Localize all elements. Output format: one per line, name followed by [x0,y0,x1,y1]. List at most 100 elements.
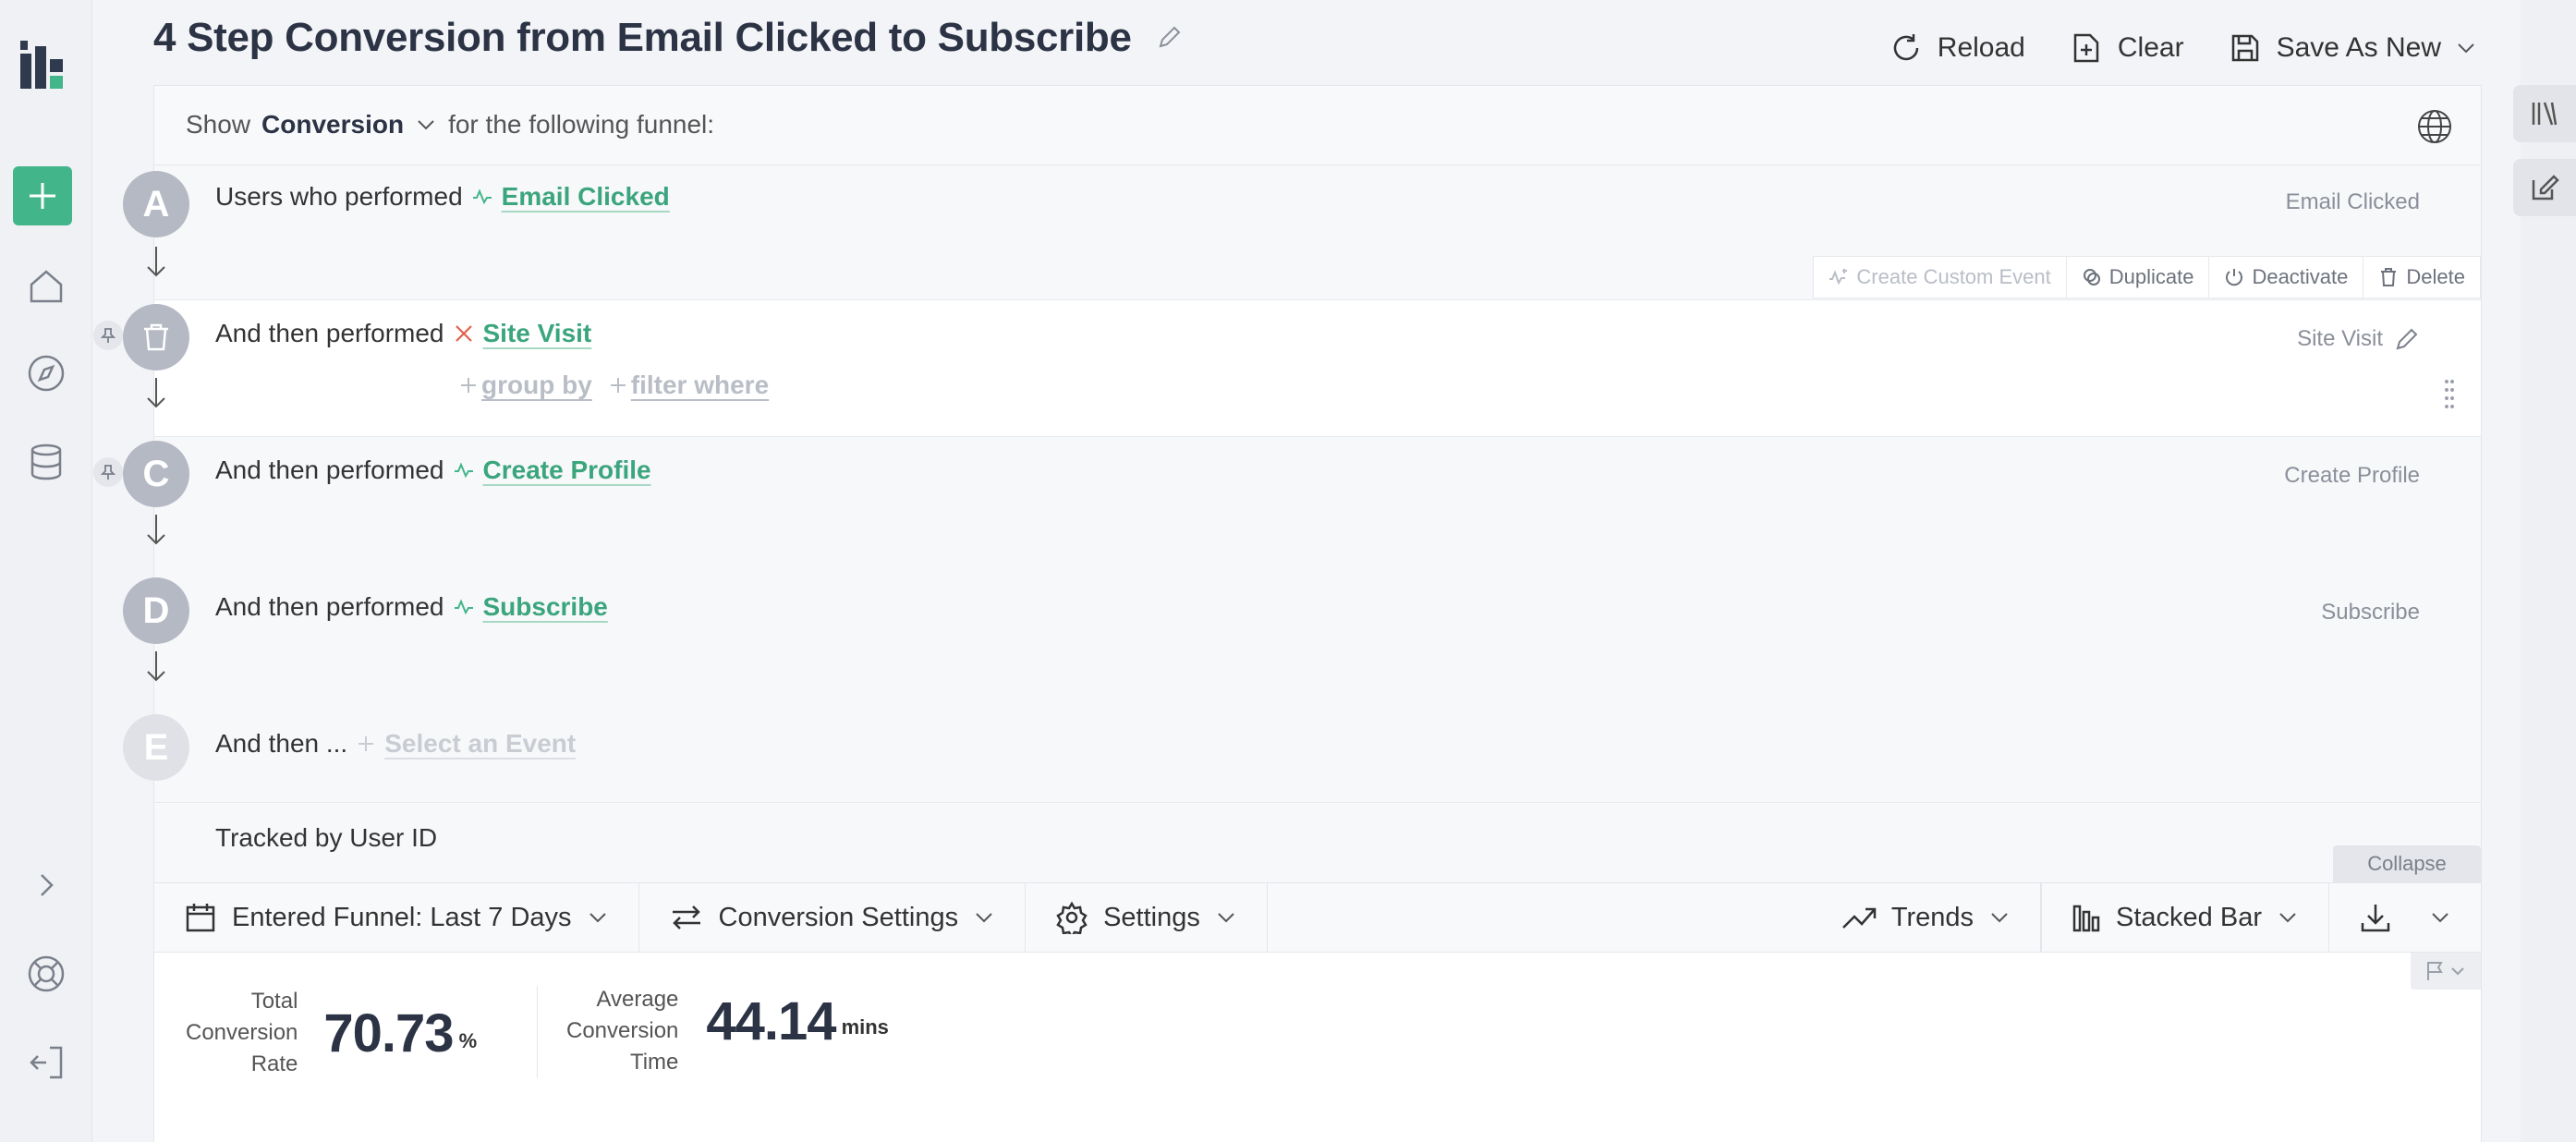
event-link-site-visit[interactable]: Site Visit [483,319,592,348]
step-display-name[interactable]: Site Visit [2297,326,2383,352]
avg-time-label: Average Conversion Time [566,984,678,1078]
date-range-selector[interactable]: Entered Funnel: Last 7 Days [154,883,639,952]
chevron-down-icon [1218,913,1234,923]
conversion-rate-value: 70.73 [323,1002,454,1063]
event-activity-icon [472,188,492,205]
step-prefix: And then performed [215,319,444,347]
library-icon[interactable] [2513,85,2576,142]
chevron-down-icon[interactable] [415,114,437,136]
chart-type-selector[interactable]: Stacked Bar [2041,883,2329,952]
save-as-new-label: Save As New [2276,32,2441,63]
conversion-settings-selector[interactable]: Conversion Settings [639,883,1027,952]
show-suffix: for the following funnel: [448,110,715,139]
chevron-down-icon [1991,913,2008,923]
close-icon[interactable] [454,323,474,344]
settings-label: Settings [1103,902,1200,932]
collapse-button[interactable]: Collapse [2333,845,2481,882]
show-row: Show Conversion for the following funnel… [154,86,2481,165]
home-icon[interactable] [17,257,76,316]
date-range-label: Entered Funnel: Last 7 Days [232,902,572,932]
select-event-link[interactable]: Select an Event [384,729,576,759]
event-activity-icon [454,462,473,479]
chevron-down-icon [589,913,606,923]
event-link-subscribe[interactable]: Subscribe [483,592,608,622]
flag-icon [2427,962,2443,980]
delete-button[interactable]: Delete [2363,257,2480,298]
step-prefix: And then ... [215,729,348,758]
event-activity-icon [454,599,473,615]
step-display-name[interactable]: Subscribe [2321,600,2420,626]
duplicate-icon [2083,269,2100,286]
group-by-link[interactable]: group by [459,371,592,400]
tracked-by-label: Tracked by User ID [215,823,438,852]
arrow-down-icon [147,651,165,682]
funnel-step-c: C And then performed Create Profile Crea… [93,437,2481,574]
create-custom-event-label: Create Custom Event [1856,265,2051,288]
step-delete-circle[interactable] [123,304,189,371]
step-display-name[interactable]: Create Profile [2284,463,2420,489]
duplicate-label: Duplicate [2108,265,2194,288]
right-nav [2513,0,2576,1142]
reload-icon [1893,34,1919,61]
step-letter-c: C [123,441,189,507]
funnel-step-e: E And then ... Select an Event [123,711,2481,803]
clear-button[interactable]: Clear [2070,31,2184,65]
edit-title-icon[interactable] [1157,24,1183,50]
save-icon [2231,34,2258,62]
reload-label: Reload [1937,32,2025,63]
avg-time-unit: mins [841,1015,889,1039]
step-prefix: And then performed [215,456,444,484]
step-display-name[interactable]: Email Clicked [2286,189,2420,215]
controls-spacer [1268,883,1812,952]
arrow-down-icon [147,515,165,545]
compass-icon[interactable] [17,344,76,403]
flag-menu-button[interactable] [2411,953,2481,990]
pin-icon[interactable] [93,321,123,350]
save-as-new-button[interactable]: Save As New [2229,31,2476,65]
download-selector[interactable] [2329,883,2481,952]
event-link-email-clicked[interactable]: Email Clicked [502,182,670,212]
conversion-rate-label-line: Rate [250,1051,298,1076]
filter-where-link[interactable]: filter where [609,371,769,400]
notes-edit-icon[interactable] [2513,159,2576,216]
chevron-down-icon [2458,43,2474,54]
chevron-right-icon[interactable] [17,856,76,915]
reload-button[interactable]: Reload [1889,31,2025,65]
duplicate-button[interactable]: Duplicate [2067,257,2210,298]
metric-selector[interactable]: Conversion [261,110,404,140]
create-custom-event-button[interactable]: Create Custom Event [1814,257,2067,298]
chevron-down-icon [2279,913,2296,923]
step-prefix: And then performed [215,592,444,621]
drag-handle-icon[interactable] [2444,378,2455,411]
edit-pencil-icon[interactable] [2394,326,2420,352]
globe-icon[interactable] [2416,108,2453,145]
trash-icon [2381,268,2397,286]
funnel-step-d: D And then performed Subscribe Subscribe [123,574,2481,711]
clear-label: Clear [2117,32,2184,63]
chart-type-label: Stacked Bar [2116,902,2262,932]
plus-icon [610,378,626,393]
app-logo[interactable] [20,41,65,89]
settings-selector[interactable]: Settings [1026,883,1268,952]
plus-icon [30,183,55,209]
download-icon [2361,905,2390,932]
chevron-down-icon [2432,913,2448,923]
database-icon[interactable] [17,432,76,492]
trends-selector[interactable]: Trends [1812,883,2042,952]
page-title: 4 Step Conversion from Email Clicked to … [153,15,1132,60]
step-letter-a: A [123,171,189,237]
create-new-button[interactable] [13,166,72,225]
sparkle-activity-icon [1829,269,1848,286]
help-icon[interactable] [17,944,76,1003]
power-icon [2226,269,2243,286]
conversion-rate-unit: % [458,1029,478,1052]
plus-icon [358,736,374,751]
gear-icon [1056,901,1088,934]
logout-icon[interactable] [17,1033,76,1092]
filter-where-label: filter where [630,371,770,399]
event-link-create-profile[interactable]: Create Profile [483,456,651,485]
pin-icon[interactable] [93,457,123,487]
deactivate-button[interactable]: Deactivate [2209,257,2364,298]
funnel-panel: Show Conversion for the following funnel… [93,85,2482,1142]
conversion-rate-label-line: Total [250,989,298,1014]
